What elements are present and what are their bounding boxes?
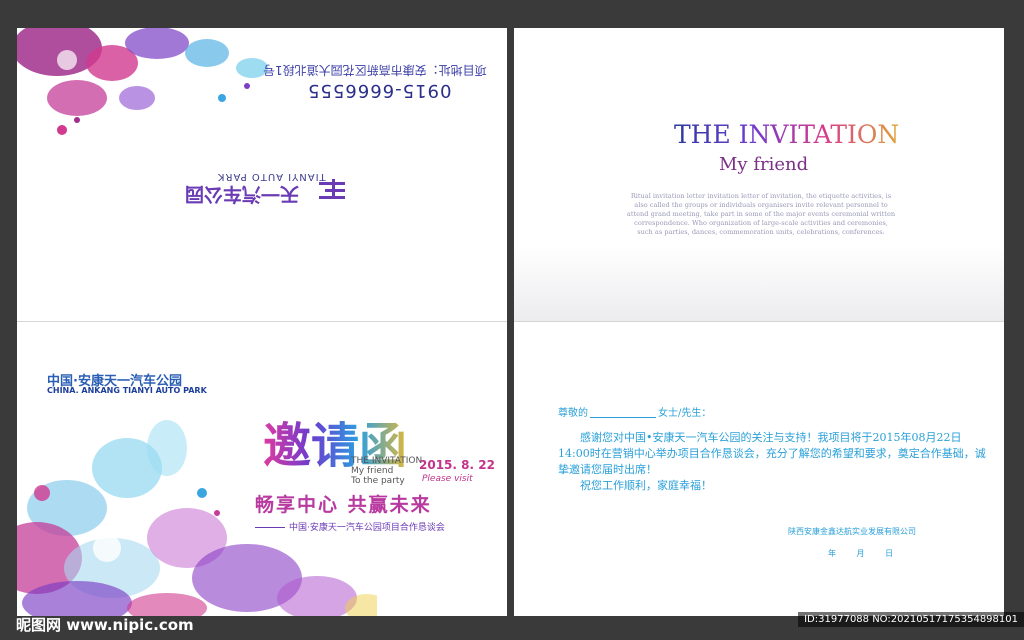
salutation-suffix: 女士/先生：	[658, 408, 712, 419]
name-blank-line	[590, 417, 656, 418]
project-address: 项目地址：安康市高新区花园大道北段1号	[263, 63, 487, 77]
logo-chinese: 天一汽车公园	[185, 183, 300, 205]
salutation-prefix: 尊敬的	[558, 408, 588, 419]
letter-date-line: 年 月 日	[828, 549, 894, 558]
subtitle-line: 中国·安康天一汽车公园项目合作恳谈会	[255, 520, 445, 533]
letter-wishes: 祝您工作顺利，家庭幸福！	[580, 479, 712, 492]
please-visit-text: Please visit	[422, 474, 473, 484]
inside-my-friend: My friend	[719, 154, 809, 175]
dash-divider	[255, 527, 285, 528]
inside-paragraph: Ritual invitation letter invitation lett…	[626, 192, 896, 236]
logo-mark-icon	[319, 179, 345, 199]
fold-line	[514, 321, 1004, 322]
grey-band-decoration	[514, 246, 1004, 321]
splash-decoration-top	[17, 28, 268, 135]
event-date: 2015. 8. 22	[419, 458, 495, 472]
card-right-panel: THE INVITATION My friend Ritual invitati…	[514, 28, 1004, 616]
event-subtitle: 中国·安康天一汽车公园项目合作恳谈会	[289, 523, 445, 533]
invitation-english-lines: THE INVITATION My friend To the party	[351, 456, 422, 486]
company-name-en: CHINA. ANKANG TIANYI AUTO PARK	[47, 386, 207, 395]
slogan: 畅享中心 共赢未来	[255, 494, 432, 516]
invitation-line: THE INVITATION	[351, 456, 423, 466]
logo-english: TIANYI AUTO PARK	[217, 171, 326, 182]
id-watermark: ID:31977088 NO:20210517175354898101	[798, 612, 1024, 627]
letter-signature: 陕西安康金鑫达航实业发展有限公司	[788, 527, 916, 536]
fold-line	[17, 321, 507, 322]
card-left-panel: 项目地址：安康市高新区花园大道北段1号 0915-6666555 TIANYI …	[17, 28, 507, 616]
invitation-line: My friend	[351, 466, 394, 476]
inside-invitation-title: THE INVITATION	[674, 120, 900, 149]
invitation-line: To the party	[351, 476, 405, 486]
contact-phone: 0915-6666555	[307, 80, 452, 101]
salutation: 尊敬的 女士/先生：	[558, 404, 711, 419]
site-watermark: 昵图网 www.nipic.com	[16, 616, 194, 634]
letter-body: 感谢您对中国•安康天一汽车公园的关注与支持！我项目将于2015年08月22日14…	[558, 431, 986, 476]
